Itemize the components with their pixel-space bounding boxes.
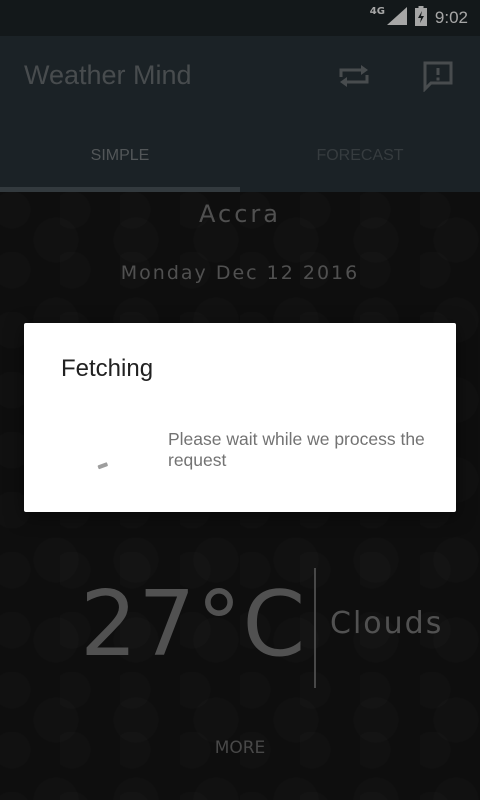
- progress-spinner-icon: [97, 461, 112, 471]
- progress-dialog: Fetching Please wait while we process th…: [24, 323, 456, 512]
- dialog-message: Please wait while we process the request: [168, 429, 425, 470]
- dialog-title: Fetching: [61, 355, 154, 382]
